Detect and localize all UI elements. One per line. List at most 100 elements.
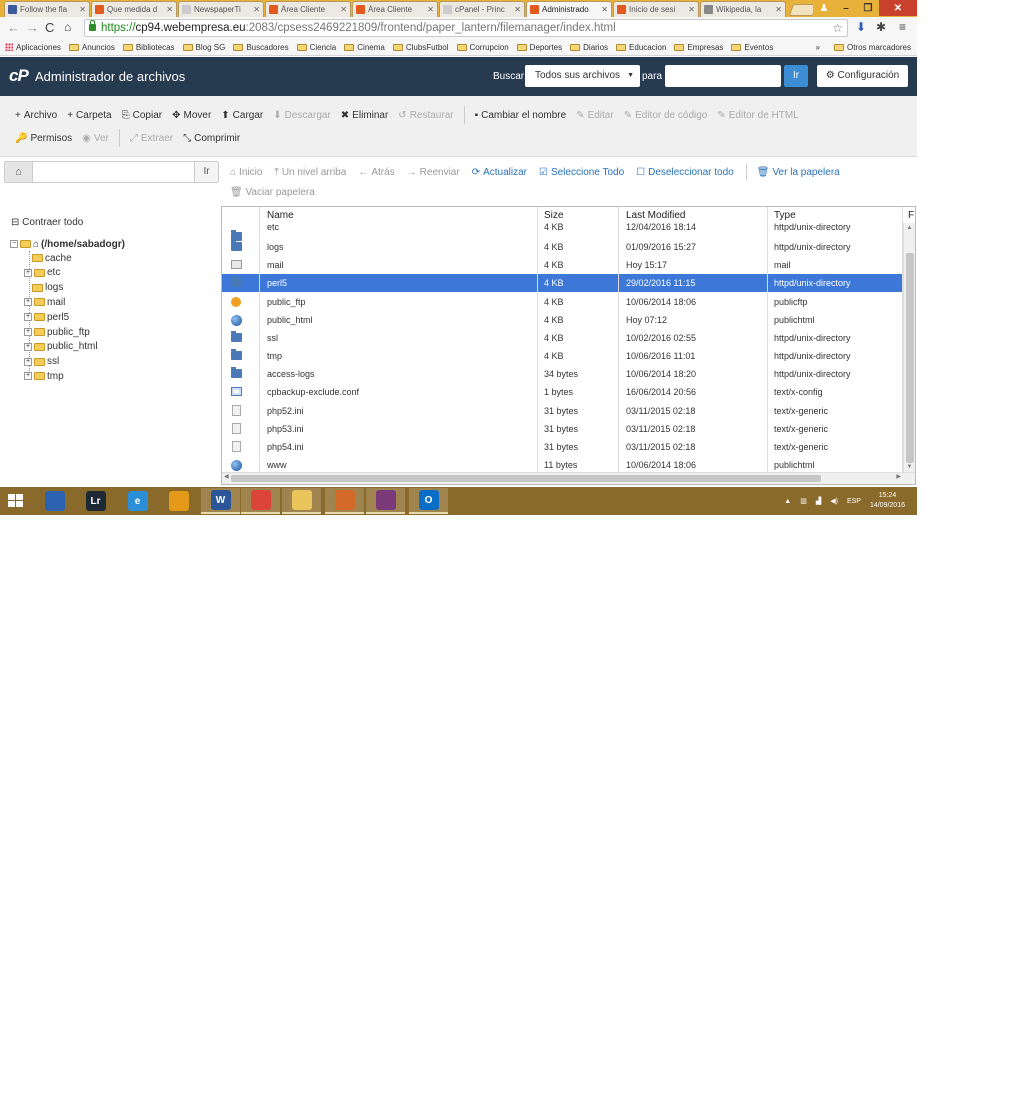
file-row[interactable]: ssl 4 KB 10/02/2016 02:55 httpd/unix-direct…	[222, 329, 903, 347]
move-button[interactable]: ✥ Mover	[172, 110, 211, 121]
tray-chevron-icon[interactable]: ▲	[784, 498, 791, 505]
tab-close-icon[interactable]: ✕	[688, 5, 695, 14]
tab-close-icon[interactable]: ✕	[79, 5, 86, 14]
minimize-button[interactable]: –	[835, 0, 857, 16]
volume-icon[interactable]: ◀)	[830, 497, 838, 505]
back-button[interactable]: ← Atrás	[358, 167, 394, 178]
bookmark-item[interactable]: Eventos	[731, 43, 773, 52]
home-nav-button[interactable]: ⌂ Inicio	[230, 167, 262, 178]
bookmark-item[interactable]: Ciencia	[296, 43, 336, 52]
reload-icon[interactable]: C	[45, 20, 54, 35]
tab-close-icon[interactable]: ✕	[775, 5, 782, 14]
scroll-right-icon[interactable]: ▶	[896, 473, 901, 480]
tree-item[interactable]: + perl5	[24, 310, 69, 324]
file-row[interactable]: access-logs 34 bytes 10/06/2014 18:20 httpd…	[222, 365, 903, 383]
collapse-icon[interactable]: −	[10, 240, 18, 248]
app-taskbar-button[interactable]	[159, 488, 198, 514]
bookmark-item[interactable]: Corrupcion	[456, 43, 509, 52]
file-row[interactable]: php52.ini 31 bytes 03/11/2015 02:18 text/x-…	[222, 402, 903, 420]
clock[interactable]: 15:24 14/09/2016	[870, 491, 905, 511]
browser-tab[interactable]: cPanel - Princ ✕	[439, 1, 525, 17]
view-button[interactable]: ◉ Ver	[82, 133, 109, 144]
tree-item[interactable]: + etc	[24, 266, 60, 280]
compress-button[interactable]: ⤡ Comprimir	[183, 133, 240, 144]
extension-download-icon[interactable]: ⬇	[856, 20, 866, 34]
browser-tab[interactable]: Follow the fla ✕	[4, 1, 90, 17]
tree-item[interactable]: + public_ftp	[24, 325, 90, 339]
expand-icon[interactable]: +	[24, 313, 32, 322]
browser-tab[interactable]: Wikipedia, la ✕	[700, 1, 786, 17]
scroll-up-icon[interactable]: ▲	[904, 225, 915, 231]
browser-tab[interactable]: Inicio de sesi ✕	[613, 1, 699, 17]
file-row[interactable]: php53.ini 31 bytes 03/11/2015 02:18 text/x-…	[222, 420, 903, 438]
view-trash-button[interactable]: 🗑 Ver la papelera	[757, 167, 840, 178]
bookmark-item[interactable]: Anuncios	[68, 43, 115, 52]
tab-close-icon[interactable]: ✕	[514, 5, 521, 14]
file-row[interactable]: public_html 4 KB Hoy 07:12 publichtml	[222, 311, 903, 329]
file-row[interactable]: perl5 4 KB 29/02/2016 11:15 httpd/unix-dire…	[222, 274, 903, 293]
bookmark-item[interactable]: Deportes	[516, 43, 562, 52]
vertical-scrollbar[interactable]: ▲ ▼	[903, 223, 915, 472]
empty-trash-button[interactable]: 🗑 Vaciar papelera	[230, 187, 315, 198]
tree-item[interactable]: + ssl	[24, 355, 59, 369]
path-input[interactable]	[32, 161, 195, 183]
restore-button[interactable]: ↺ Restaurar	[398, 110, 453, 121]
forward-button[interactable]: → Reenviar	[407, 167, 460, 178]
permissions-button[interactable]: 🔑 Permisos	[15, 133, 72, 144]
tab-close-icon[interactable]: ✕	[427, 5, 434, 14]
tab-close-icon[interactable]: ✕	[166, 5, 173, 14]
download-button[interactable]: ⬇ Descargar	[273, 110, 331, 121]
browser-back-icon[interactable]: ←	[7, 20, 20, 35]
browser-tab[interactable]: Área Cliente ✕	[352, 1, 438, 17]
chrome-taskbar-button[interactable]	[241, 488, 280, 514]
bookmark-item[interactable]: Aplicaciones	[5, 43, 61, 52]
bookmark-item[interactable]: Blog SG	[182, 43, 225, 52]
scroll-down-icon[interactable]: ▼	[904, 464, 915, 470]
file-explorer-taskbar-button[interactable]	[282, 488, 321, 514]
paint-taskbar-button[interactable]	[325, 488, 364, 514]
bookmark-item[interactable]: ClubsFutbol	[392, 43, 449, 52]
rename-button[interactable]: ▪ Cambiar el nombre	[475, 110, 567, 121]
internet-explorer-taskbar-button[interactable]: e	[118, 488, 157, 514]
delete-button[interactable]: ✖ Eliminar	[341, 110, 389, 121]
refresh-button[interactable]: ⟳ Actualizar	[472, 167, 527, 178]
search-scope-select[interactable]: Todos sus archivos ▼	[525, 65, 640, 87]
file-row[interactable]: php54.ini 31 bytes 03/11/2015 02:18 text/x-…	[222, 438, 903, 456]
browser-tab[interactable]: Que medida d ✕	[91, 1, 177, 17]
file-row[interactable]: logs 4 KB 01/09/2016 15:27 httpd/unix-direc…	[222, 238, 903, 256]
network-icon[interactable]: ▥	[800, 497, 807, 505]
tree-item[interactable]: + tmp	[24, 369, 64, 383]
horizontal-scrollbar[interactable]: ◀ ▶	[222, 472, 915, 484]
tree-item[interactable]: + public_html	[24, 340, 98, 354]
chrome-menu-icon[interactable]: ≡	[899, 20, 906, 34]
winrar-taskbar-button[interactable]	[366, 488, 405, 514]
expand-icon[interactable]: +	[24, 328, 32, 336]
scroll-left-icon[interactable]: ◀	[224, 473, 229, 480]
outlook-taskbar-button[interactable]: O	[409, 488, 448, 514]
browser-tab[interactable]: NewspaperTi ✕	[178, 1, 264, 17]
select-all-button[interactable]: ☑ Seleccione Todo	[539, 167, 624, 178]
new-folder-button[interactable]: + Carpeta	[67, 110, 111, 121]
file-row[interactable]: mail 4 KB Hoy 15:17 mail	[222, 256, 903, 274]
new-file-button[interactable]: + Archivo	[15, 110, 57, 121]
deselect-all-button[interactable]: ☐ Deseleccionar todo	[636, 167, 734, 178]
expand-icon[interactable]: +	[24, 357, 32, 366]
start-button[interactable]	[8, 494, 24, 508]
language-indicator[interactable]: ESP	[847, 498, 861, 505]
column-header-perms[interactable]: F	[908, 210, 914, 221]
html-editor-button[interactable]: ✎ Editor de HTML	[717, 110, 798, 121]
browser-forward-icon[interactable]: →	[26, 20, 39, 35]
bookmark-item[interactable]: Bibliotecas	[122, 43, 175, 52]
tab-close-icon[interactable]: ✕	[253, 5, 260, 14]
code-editor-button[interactable]: ✎ Editor de código	[624, 110, 708, 121]
bookmark-item[interactable]: Cinema	[344, 43, 385, 52]
signal-icon[interactable]: ▟	[816, 497, 821, 505]
tree-root[interactable]: − ⌂ (/home/sabadogr)	[10, 237, 125, 251]
bookmark-item[interactable]: Educacion	[616, 43, 666, 52]
extract-button[interactable]: ⤢ Extraer	[130, 133, 173, 144]
other-bookmarks-button[interactable]: Otros marcadores	[833, 43, 911, 52]
expand-icon[interactable]: +	[24, 298, 32, 307]
expand-icon[interactable]: +	[24, 372, 32, 381]
cpanel-logo[interactable]: cP	[9, 66, 29, 86]
search-input[interactable]	[665, 65, 781, 87]
